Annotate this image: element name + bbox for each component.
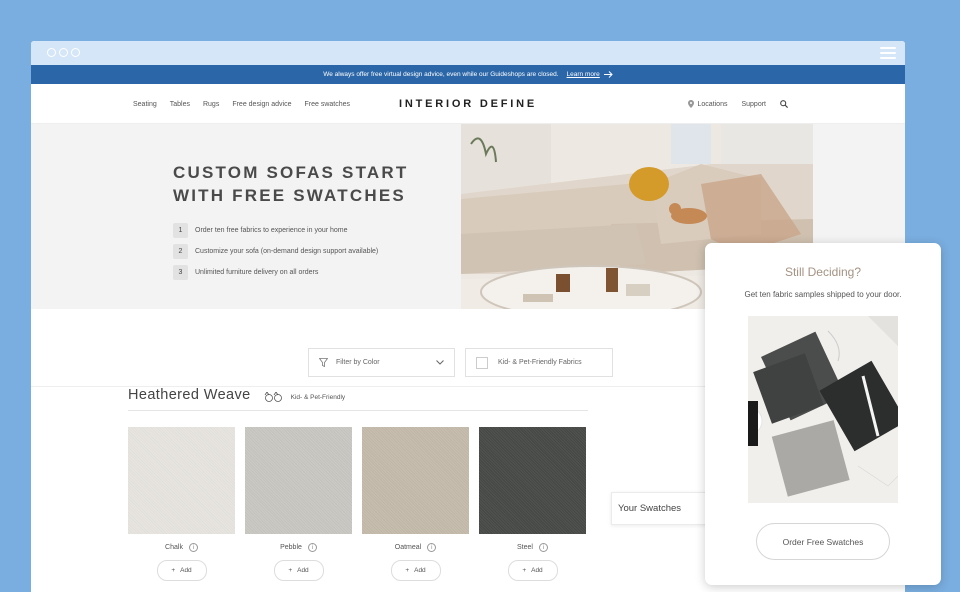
add-label: Add [297, 567, 309, 574]
swatch-name: Pebble i [280, 542, 317, 553]
add-label: Add [180, 567, 192, 574]
popup-title: Still Deciding? [784, 265, 862, 279]
promo-bar: We always offer free virtual design advi… [31, 65, 905, 84]
step-text: Customize your sofa (on-demand design su… [195, 248, 379, 255]
your-swatches-tab[interactable]: Your Swatches [611, 492, 711, 525]
hero-title: CUSTOM SOFAS START WITH FREE SWATCHES [173, 161, 408, 207]
swatch-name: Steel i [517, 542, 548, 553]
info-icon[interactable]: i [427, 543, 437, 552]
promo-text: We always offer free virtual design advi… [323, 71, 559, 78]
swatch-chalk-image[interactable] [128, 427, 235, 534]
nav-links: Seating Tables Rugs Free design advice F… [133, 84, 350, 124]
nav-free-swatches[interactable]: Free swatches [304, 101, 350, 108]
swatch-name-text: Pebble [280, 544, 302, 551]
swatch-name: Oatmeal i [394, 542, 437, 553]
window-controls [47, 48, 80, 57]
fabric-samples-photo [748, 316, 898, 503]
fabric-section-header: Heathered Weave Kid- & Pet-Friendly [128, 387, 588, 411]
hero-steps: 1 Order ten free fabrics to experience i… [173, 220, 378, 283]
add-label: Add [414, 567, 426, 574]
hero-step: 1 Order ten free fabrics to experience i… [173, 220, 378, 241]
step-text: Unlimited furniture delivery on all orde… [195, 269, 319, 276]
add-swatch-button[interactable]: + Add [390, 560, 441, 581]
plus-icon: + [522, 567, 527, 574]
info-icon[interactable]: i [538, 543, 548, 552]
swatch-name-text: Oatmeal [394, 544, 422, 551]
kid-pet-icon [264, 392, 282, 402]
filter-color-label: Filter by Color [336, 359, 380, 366]
swatch-name-text: Steel [517, 544, 533, 551]
kid-pet-friendly-tag: Kid- & Pet-Friendly [263, 392, 346, 402]
hero-step: 3 Unlimited furniture delivery on all or… [173, 262, 378, 283]
plus-icon: + [405, 567, 410, 574]
nav-locations[interactable]: Locations [687, 100, 728, 108]
info-icon[interactable]: i [307, 543, 317, 552]
order-free-swatches-button[interactable]: Order Free Swatches [756, 523, 890, 560]
filter-by-color-dropdown[interactable]: Filter by Color [308, 348, 455, 377]
learn-more-label: Learn more [566, 71, 600, 78]
plus-icon: + [288, 567, 293, 574]
kid-pet-friendly-filter[interactable]: Kid- & Pet-Friendly Fabrics [465, 348, 613, 377]
still-deciding-popup: Still Deciding? Get ten fabric samples s… [705, 243, 941, 585]
swatch-card: Chalk i + Add [128, 427, 235, 581]
kid-pet-tag-label: Kid- & Pet-Friendly [290, 393, 346, 401]
swatch-steel-image[interactable] [479, 427, 586, 534]
filter-funnel-icon [319, 358, 328, 367]
kid-pet-filter-label: Kid- & Pet-Friendly Fabrics [498, 359, 582, 366]
info-icon[interactable]: i [188, 543, 198, 552]
swatch-oatmeal-image[interactable] [362, 427, 469, 534]
nav-rugs[interactable]: Rugs [203, 101, 219, 108]
nav-support[interactable]: Support [741, 101, 766, 108]
swatch-card: Oatmeal i + Add [362, 427, 469, 581]
hamburger-menu-icon[interactable] [880, 47, 896, 59]
learn-more-link[interactable]: Learn more [567, 71, 613, 78]
add-swatch-button[interactable]: + Add [507, 560, 558, 581]
hero-title-line1: CUSTOM SOFAS START [173, 163, 409, 182]
popup-subtitle: Get ten fabric samples shipped to your d… [744, 290, 902, 299]
search-icon[interactable] [780, 100, 788, 108]
nav-seating[interactable]: Seating [133, 101, 157, 108]
step-number: 1 [173, 223, 188, 238]
nav-utility: Locations Support [687, 84, 788, 124]
fabric-section-title: Heathered Weave [128, 387, 251, 403]
swatch-card: Pebble i + Add [245, 427, 352, 581]
locations-label: Locations [697, 100, 728, 108]
window-dot-icon[interactable] [71, 48, 80, 57]
main-nav: Seating Tables Rugs Free design advice F… [31, 84, 905, 124]
plus-icon: + [171, 567, 176, 574]
step-text: Order ten free fabrics to experience in … [195, 227, 348, 234]
chevron-down-icon [436, 360, 444, 365]
step-number: 2 [173, 244, 188, 259]
browser-chrome [31, 41, 905, 65]
nav-free-design-advice[interactable]: Free design advice [232, 101, 291, 108]
hero-title-line2: WITH FREE SWATCHES [173, 186, 406, 205]
location-pin-icon [687, 100, 694, 108]
hero-step: 2 Customize your sofa (on-demand design … [173, 241, 378, 262]
kid-pet-checkbox[interactable] [476, 356, 488, 369]
step-number: 3 [173, 265, 188, 280]
add-label: Add [531, 567, 543, 574]
arrow-right-icon [603, 71, 613, 78]
swatch-grid: Chalk i + Add Pebble i + Add Oatmeal i + Add S… [128, 427, 586, 581]
add-swatch-button[interactable]: + Add [273, 560, 324, 581]
window-dot-icon[interactable] [47, 48, 56, 57]
swatch-name-text: Chalk [165, 544, 183, 551]
filter-bar: Filter by Color Kid- & Pet-Friendly Fabr… [308, 348, 613, 377]
nav-tables[interactable]: Tables [170, 101, 190, 108]
swatch-pebble-image[interactable] [245, 427, 352, 534]
add-swatch-button[interactable]: + Add [156, 560, 207, 581]
swatch-card: Steel i + Add [479, 427, 586, 581]
swatch-name: Chalk i [165, 542, 198, 553]
window-dot-icon[interactable] [59, 48, 68, 57]
